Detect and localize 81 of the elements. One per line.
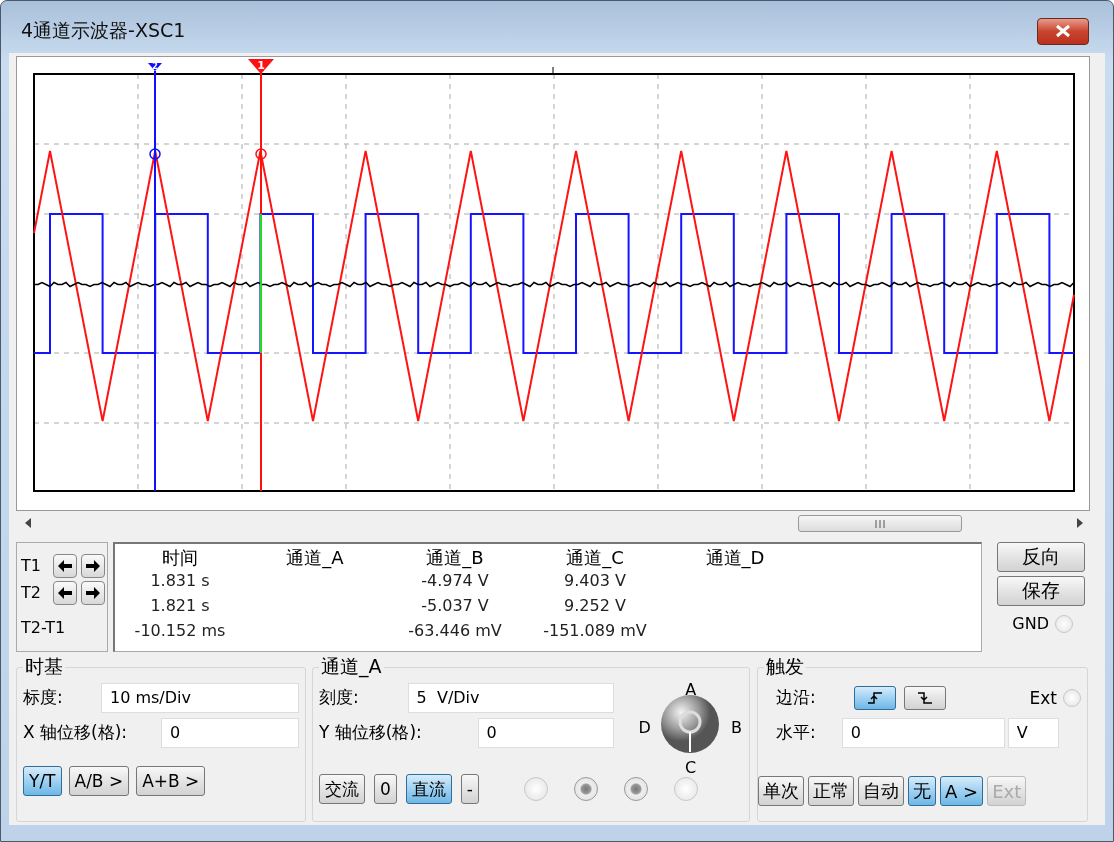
table-cell-text: 9.252 V	[563, 596, 627, 617]
mode-button[interactable]: Y/T	[23, 766, 62, 796]
radio-button[interactable]	[523, 777, 548, 801]
trigger-mode-button[interactable]: A >	[940, 776, 984, 806]
input-field[interactable]: 10 ms/Div	[101, 682, 299, 713]
table-cell-text: 1.821 s	[149, 596, 211, 617]
column-header: 时间	[161, 546, 199, 570]
table-cell-text: -151.089 mV	[542, 621, 648, 642]
group-title: 时基	[24, 654, 64, 679]
input-field[interactable]: 0	[161, 717, 299, 748]
cursor-line[interactable]	[148, 63, 162, 492]
field-label: 刻度:	[319, 686, 359, 709]
group-title: 通道_A	[320, 654, 383, 680]
field-label: 标度:	[23, 686, 63, 709]
mode-button[interactable]: A/B >	[68, 766, 130, 796]
knob-label: C	[684, 758, 698, 777]
radio-button[interactable]	[623, 777, 648, 801]
right-arrow-icon	[86, 559, 100, 572]
close-icon	[1054, 24, 1072, 38]
edge-button[interactable]	[853, 685, 896, 710]
trigger-mode-button[interactable]: 单次	[758, 776, 804, 806]
table-cell-text: 1.831 s	[149, 571, 211, 592]
window-title: 4通道示波器-XSC1	[21, 18, 186, 43]
gnd-label: GND	[1012, 614, 1049, 633]
ext-label: Ext	[1029, 687, 1057, 708]
coupling-button[interactable]: 交流	[319, 774, 365, 804]
field-label: 边沿:	[776, 686, 816, 709]
coupling-button[interactable]: -	[460, 774, 479, 804]
channel-knob[interactable]	[659, 694, 720, 754]
knob-label: A	[684, 680, 698, 699]
close-button[interactable]	[1037, 17, 1089, 45]
move-left-button[interactable]	[53, 580, 77, 605]
table-cell-text: -5.037 V	[420, 596, 490, 617]
scrollbar-thumb[interactable]	[798, 515, 962, 532]
cursor-line[interactable]	[248, 59, 274, 492]
left-arrow-icon	[58, 559, 72, 572]
falling-edge-icon	[916, 691, 933, 704]
input-field[interactable]: 0	[841, 717, 1005, 748]
knob-label: B	[730, 718, 744, 737]
move-right-button[interactable]	[81, 553, 105, 578]
mode-button[interactable]: A+B >	[136, 766, 206, 796]
table-cell-text: 9.403 V	[563, 571, 627, 592]
knob-label: D	[637, 718, 652, 737]
input-field[interactable]: 0	[477, 717, 614, 748]
field-label: 水平:	[776, 721, 816, 744]
cursor-name: T2	[21, 583, 42, 602]
table-cell-text: -10.152 ms	[133, 621, 227, 642]
move-right-button[interactable]	[81, 580, 105, 605]
trigger-mode-button[interactable]: 正常	[808, 776, 854, 806]
coupling-button[interactable]: 0	[374, 774, 397, 804]
grip-icon	[874, 519, 886, 528]
column-header: 通道_A	[285, 546, 345, 571]
input-field[interactable]: 5 V/Div	[407, 682, 614, 713]
field-label: Y 轴位移(格):	[319, 721, 422, 744]
field-label: X 轴位移(格):	[23, 721, 128, 744]
trigger-mode-button[interactable]: 无	[908, 776, 936, 806]
scroll-right-icon[interactable]	[1076, 518, 1084, 528]
side-button[interactable]: 反向	[997, 542, 1085, 572]
radio-button[interactable]	[1055, 614, 1073, 633]
table-cell-text: -63.446 mV	[407, 621, 503, 642]
column-header: 通道_D	[704, 546, 766, 571]
group-title: 触发	[765, 654, 805, 679]
side-button[interactable]: 保存	[997, 576, 1085, 606]
radio-button[interactable]	[1063, 688, 1081, 707]
rising-edge-icon	[866, 691, 883, 704]
table-cell-text: -4.974 V	[420, 571, 490, 592]
right-arrow-icon	[86, 586, 100, 599]
trigger-mode-button[interactable]: 自动	[858, 776, 904, 806]
cursor-name: T2-T1	[21, 618, 66, 637]
scroll-left-icon[interactable]	[24, 518, 32, 528]
unit-field[interactable]: V	[1007, 717, 1059, 748]
move-left-button[interactable]	[53, 553, 77, 578]
radio-button[interactable]	[573, 777, 598, 801]
coupling-button[interactable]: 直流	[405, 774, 452, 804]
cursor-label: 1	[257, 59, 265, 72]
left-arrow-icon	[58, 586, 72, 599]
cursor-name: T1	[21, 556, 42, 575]
column-header: 通道_C	[565, 546, 625, 571]
column-header: 通道_B	[425, 546, 485, 571]
radio-button[interactable]	[673, 777, 698, 801]
edge-button[interactable]	[903, 685, 946, 710]
